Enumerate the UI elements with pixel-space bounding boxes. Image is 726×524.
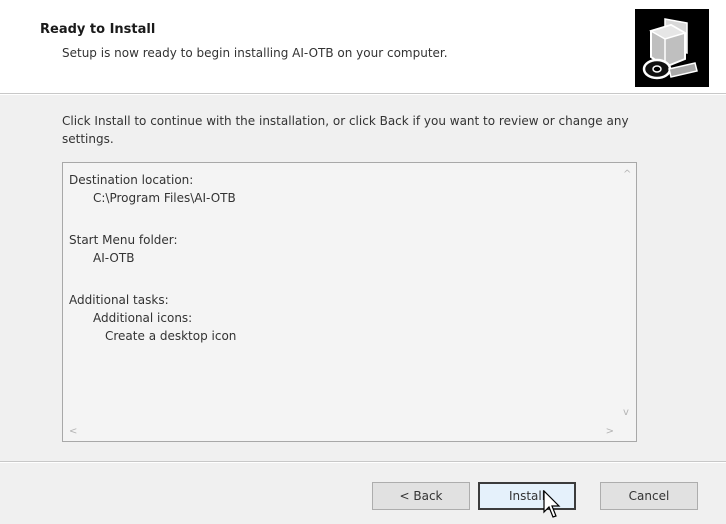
scroll-down-arrow-icon[interactable]: v — [623, 407, 629, 419]
tasks-section: Additional tasks: Additional icons: Crea… — [69, 291, 614, 345]
footer-divider — [0, 461, 726, 463]
memo-content: Destination location: C:\Program Files\A… — [69, 171, 614, 419]
tasks-label: Additional tasks: — [69, 293, 169, 307]
destination-value: C:\Program Files\AI-OTB — [93, 191, 236, 205]
start-menu-value: AI-OTB — [93, 251, 135, 265]
scroll-left-arrow-icon[interactable]: < — [69, 426, 77, 438]
start-menu-section: Start Menu folder: AI-OTB — [69, 231, 614, 267]
start-menu-label: Start Menu folder: — [69, 233, 178, 247]
destination-section: Destination location: C:\Program Files\A… — [69, 171, 614, 207]
destination-label: Destination location: — [69, 173, 194, 187]
vertical-scrollbar[interactable]: ^ v — [618, 163, 636, 423]
page-title: Ready to Install — [40, 22, 156, 37]
back-button[interactable]: < Back — [372, 482, 470, 510]
scroll-right-arrow-icon[interactable]: > — [606, 426, 614, 438]
ready-memo-box[interactable]: Destination location: C:\Program Files\A… — [62, 162, 637, 442]
tasks-item: Create a desktop icon — [105, 329, 237, 343]
wizard-header: Ready to Install Setup is now ready to b… — [0, 0, 726, 93]
scroll-up-arrow-icon[interactable]: ^ — [623, 169, 631, 181]
computer-install-icon — [635, 9, 709, 87]
cancel-button[interactable]: Cancel — [600, 482, 698, 510]
mouse-cursor-icon — [543, 489, 565, 520]
horizontal-scrollbar[interactable]: < > — [63, 423, 618, 441]
instruction-text: Click Install to continue with the insta… — [62, 114, 629, 146]
header-divider — [0, 93, 726, 95]
tasks-group: Additional icons: — [93, 311, 193, 325]
page-subtitle: Setup is now ready to begin installing A… — [62, 46, 448, 60]
